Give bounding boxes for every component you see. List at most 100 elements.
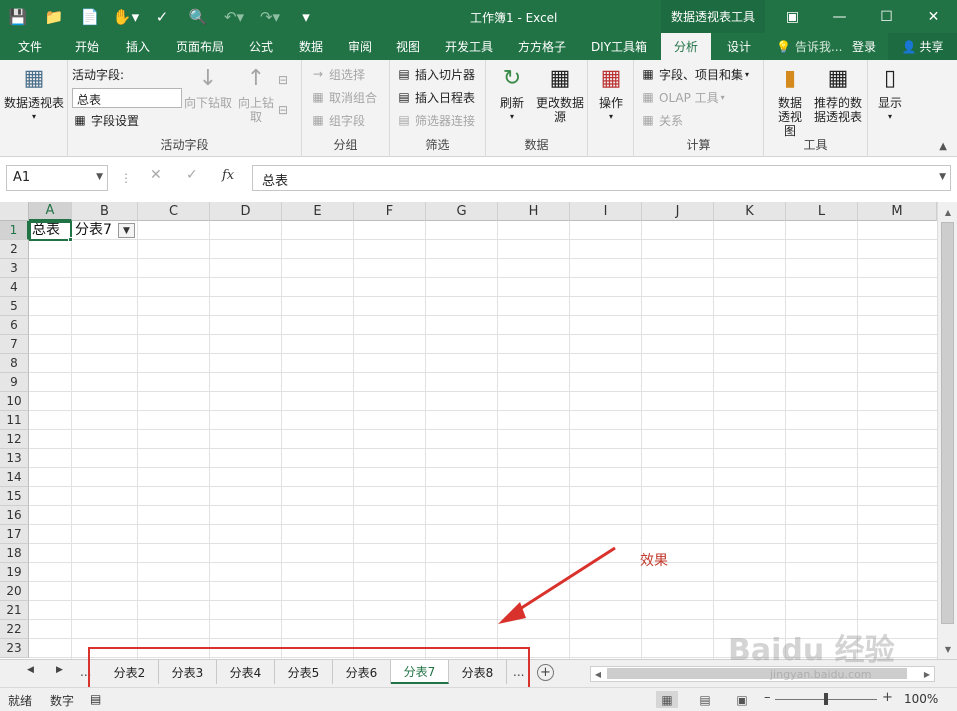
row-header-18[interactable]: 18 (0, 544, 29, 563)
row-header-13[interactable]: 13 (0, 449, 29, 468)
cancel-icon[interactable]: ✕ (150, 167, 162, 183)
recommended-pivot-button[interactable]: ▦ 推荐的数据透视表 (812, 64, 864, 125)
relationships-button[interactable]: ▦ 关系 (640, 110, 683, 130)
row-header-5[interactable]: 5 (0, 297, 29, 316)
minimize-icon[interactable]: — (816, 0, 863, 33)
tab-analyze[interactable]: 分析 (661, 33, 711, 60)
group-field-button[interactable]: ▦ 组字段 (310, 110, 365, 130)
ungroup-button[interactable]: ▦ 取消组合 (310, 87, 377, 107)
save-icon[interactable]: 💾 (0, 0, 36, 33)
row-header-17[interactable]: 17 (0, 525, 29, 544)
row-header-14[interactable]: 14 (0, 468, 29, 487)
undo-icon[interactable]: ↶▾ (216, 0, 252, 33)
insert-timeline-button[interactable]: ▤ 插入日程表 (396, 87, 475, 107)
tab-formulas[interactable]: 公式 (238, 33, 284, 60)
column-header-m[interactable]: M (858, 202, 937, 221)
collapse-ribbon-icon[interactable]: ▲ (939, 141, 947, 152)
filter-connections-button[interactable]: ▤ 筛选器连接 (396, 110, 475, 130)
spelling-icon[interactable]: ✓ (144, 0, 180, 33)
column-header-c[interactable]: C (138, 202, 210, 221)
tab-diy-toolbox[interactable]: DIY工具箱 (582, 33, 656, 60)
show-button[interactable]: ▯ 显示 ▾ (872, 64, 908, 124)
column-header-h[interactable]: H (498, 202, 570, 221)
column-header-j[interactable]: J (642, 202, 714, 221)
actions-button[interactable]: ▦ 操作 ▾ (592, 64, 630, 124)
sheet-tab-4[interactable]: 分表4 (217, 660, 275, 684)
tab-fangfang[interactable]: 方方格子 (508, 33, 576, 60)
sheet-tab-8[interactable]: 分表8 (449, 660, 507, 684)
enter-icon[interactable]: ✓ (186, 167, 198, 183)
more-sheets-right[interactable]: ... (513, 665, 524, 679)
tab-insert[interactable]: 插入 (114, 33, 162, 60)
row-header-9[interactable]: 9 (0, 373, 29, 392)
olap-tools-button[interactable]: ▦ OLAP 工具 ▾ (640, 87, 724, 107)
row-header-7[interactable]: 7 (0, 335, 29, 354)
row-header-4[interactable]: 4 (0, 278, 29, 297)
column-header-e[interactable]: E (282, 202, 354, 221)
scroll-up-icon[interactable]: ▲ (940, 204, 956, 220)
column-header-k[interactable]: K (714, 202, 786, 221)
column-header-i[interactable]: I (570, 202, 642, 221)
row-header-23[interactable]: 23 (0, 639, 29, 658)
select-all-corner[interactable] (0, 202, 29, 221)
zoom-level[interactable]: 100% (904, 692, 938, 706)
scroll-right-icon[interactable]: ▶ (920, 667, 934, 681)
maximize-icon[interactable]: ☐ (863, 0, 910, 33)
scroll-down-icon[interactable]: ▼ (940, 641, 956, 657)
fill-handle[interactable] (68, 237, 73, 242)
refresh-button[interactable]: ↻ 刷新 ▾ (492, 64, 532, 124)
row-header-6[interactable]: 6 (0, 316, 29, 335)
sheet-tab-6[interactable]: 分表6 (333, 660, 391, 684)
chevron-down-icon[interactable]: ▼ (96, 172, 103, 182)
row-header-8[interactable]: 8 (0, 354, 29, 373)
row-header-12[interactable]: 12 (0, 430, 29, 449)
pivot-table-button[interactable]: ▦ 数据透视表 ▾ (2, 64, 66, 124)
row-header-19[interactable]: 19 (0, 563, 29, 582)
column-header-l[interactable]: L (786, 202, 858, 221)
redo-icon[interactable]: ↷▾ (252, 0, 288, 33)
vertical-scroll-thumb[interactable] (941, 222, 954, 624)
zoom-slider-thumb[interactable] (824, 693, 828, 705)
sheet-tab-7[interactable]: 分表7 (391, 660, 449, 684)
page-break-view-icon[interactable]: ▣ (731, 691, 753, 708)
column-header-a[interactable]: A (29, 202, 72, 221)
sheet-tab-5[interactable]: 分表5 (275, 660, 333, 684)
next-sheet-icon[interactable]: ▶ (56, 665, 63, 675)
formula-input[interactable]: 总表 ▼ (252, 165, 951, 191)
row-header-10[interactable]: 10 (0, 392, 29, 411)
share-button[interactable]: 👤 共享 (888, 33, 957, 60)
touch-mode-icon[interactable]: ✋▾ (108, 0, 144, 33)
customize-qat-icon[interactable]: ▾ (288, 0, 324, 33)
tell-me-box[interactable]: 💡 告诉我... (776, 33, 842, 60)
group-selection-button[interactable]: → 组选择 (310, 64, 365, 84)
print-preview-icon[interactable]: 🔍 (180, 0, 216, 33)
row-header-16[interactable]: 16 (0, 506, 29, 525)
sheet-tab-2[interactable]: 分表2 (101, 660, 159, 684)
row-header-3[interactable]: 3 (0, 259, 29, 278)
row-header-15[interactable]: 15 (0, 487, 29, 506)
row-header-21[interactable]: 21 (0, 601, 29, 620)
prev-sheet-icon[interactable]: ◀ (27, 665, 34, 675)
collapse-field-icon[interactable]: ⊟ (278, 100, 288, 120)
tab-file[interactable]: 文件 (4, 33, 56, 60)
sheet-tab-3[interactable]: 分表3 (159, 660, 217, 684)
zoom-in-icon[interactable]: + (882, 690, 893, 705)
active-field-input[interactable]: 总表 (72, 88, 182, 108)
new-file-icon[interactable]: 📄 (72, 0, 108, 33)
macro-record-icon[interactable]: ▤ (90, 692, 101, 706)
insert-slicer-button[interactable]: ▤ 插入切片器 (396, 64, 475, 84)
insert-function-icon[interactable]: fx (222, 168, 234, 183)
add-sheet-icon[interactable]: + (537, 664, 554, 681)
expand-field-icon[interactable]: ⊟ (278, 70, 288, 90)
pivot-chart-button[interactable]: ▮ 数据透视图 (768, 64, 812, 139)
row-header-2[interactable]: 2 (0, 240, 29, 259)
tab-page-layout[interactable]: 页面布局 (168, 33, 232, 60)
column-header-d[interactable]: D (210, 202, 282, 221)
change-source-button[interactable]: ▦ 更改数据源 (534, 64, 586, 125)
row-header-1[interactable]: 1 (0, 221, 29, 240)
page-layout-view-icon[interactable]: ▤ (694, 691, 716, 708)
zoom-out-icon[interactable]: – (764, 690, 771, 705)
column-header-b[interactable]: B (72, 202, 138, 221)
tab-review[interactable]: 审阅 (338, 33, 382, 60)
row-header-20[interactable]: 20 (0, 582, 29, 601)
